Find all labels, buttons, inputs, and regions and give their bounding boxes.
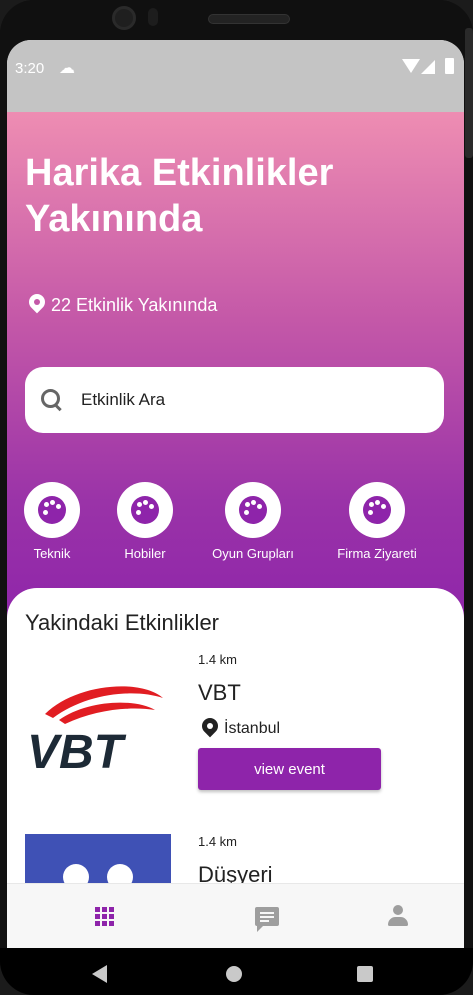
- view-event-button[interactable]: view event: [198, 748, 381, 790]
- proximity-sensor: [148, 8, 158, 26]
- system-navigation-bar: [0, 948, 473, 995]
- event-location-row: İstanbul: [202, 718, 280, 740]
- cloud-icon: ☁: [59, 60, 75, 77]
- chat-icon: [255, 906, 279, 932]
- palette-icon: [38, 496, 66, 524]
- search-icon: [41, 389, 63, 411]
- category-circle: [117, 482, 173, 538]
- signal-icon: [421, 60, 435, 74]
- battery-icon: [445, 58, 454, 74]
- category-item-oyun-gruplari[interactable]: Oyun Grupları: [212, 482, 294, 561]
- palette-icon: [363, 496, 391, 524]
- hero-title: Harika Etkinlikler Yakınında: [25, 152, 334, 240]
- section-title: Yakindaki Etkinlikler: [25, 610, 220, 635]
- home-icon[interactable]: [226, 966, 242, 982]
- category-label: Hobiler: [124, 546, 166, 561]
- vbt-logo-text: VBT: [27, 726, 127, 776]
- category-circle: [225, 482, 281, 538]
- wifi-icon: [402, 59, 420, 73]
- category-circle: [24, 482, 80, 538]
- event-card[interactable]: VBT 1.4 km VBT İstanbul view event: [7, 648, 464, 818]
- status-bar: 3:20 ☁: [7, 40, 464, 112]
- front-camera: [112, 6, 136, 30]
- nearby-count-row: 22 Etkinlik Yakınında: [29, 294, 217, 316]
- category-label: Teknik: [33, 546, 71, 561]
- category-item-hobiler[interactable]: Hobiler: [117, 482, 173, 561]
- nav-profile-tab[interactable]: [384, 902, 412, 930]
- device-frame: 3:20 ☁ Harika Etkinlikler Yakınında 22 E…: [0, 0, 473, 995]
- back-icon[interactable]: [92, 965, 107, 983]
- nav-messages-tab[interactable]: [253, 902, 281, 932]
- device-top-bezel: [0, 0, 473, 40]
- recent-apps-icon[interactable]: [357, 966, 373, 982]
- category-label: Oyun Grupları: [212, 546, 294, 561]
- app-screen: 3:20 ☁ Harika Etkinlikler Yakınında 22 E…: [7, 40, 464, 948]
- location-pin-icon: [202, 718, 218, 740]
- event-name: VBT: [198, 680, 241, 705]
- palette-icon: [239, 496, 267, 524]
- event-distance: 1.4 km: [198, 652, 238, 667]
- nav-home-tab[interactable]: [90, 902, 118, 930]
- person-icon: [387, 905, 409, 927]
- category-item-teknik[interactable]: Teknik: [24, 482, 80, 561]
- nearby-count-text: 22 Etkinlik Yakınında: [51, 294, 218, 315]
- grid-icon: [94, 906, 114, 926]
- event-distance: 1.4 km: [198, 834, 238, 849]
- location-pin-icon: [29, 294, 45, 316]
- category-list: Teknik Hobiler Oyun Grupları Firma Ziyar…: [7, 482, 464, 572]
- category-circle: [349, 482, 405, 538]
- event-location: İstanbul: [224, 720, 281, 737]
- category-item-firma-ziyareti[interactable]: Firma Ziyareti: [337, 482, 417, 561]
- category-label: Firma Ziyareti: [337, 546, 417, 561]
- vbt-logo: VBT: [27, 686, 163, 776]
- hero-header: Harika Etkinlikler Yakınında 22 Etkinlik…: [7, 112, 464, 632]
- search-placeholder: Etkinlik Ara: [81, 390, 166, 409]
- device-side-button: [465, 28, 473, 158]
- bottom-navigation: [7, 883, 464, 948]
- palette-icon: [131, 496, 159, 524]
- search-input[interactable]: Etkinlik Ara: [25, 367, 444, 433]
- status-time: 3:20: [15, 60, 45, 77]
- earpiece-speaker: [208, 14, 290, 24]
